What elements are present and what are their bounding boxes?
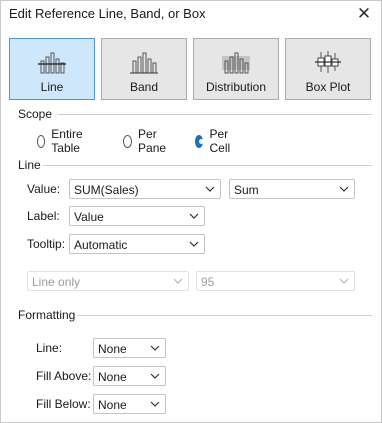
- scope-entire-table-radio[interactable]: Entire Table: [37, 127, 87, 155]
- radio-indicator: [37, 134, 46, 148]
- tooltip-value-text: Automatic: [74, 238, 128, 252]
- confidence-text: 95: [201, 275, 215, 289]
- line-section-title: Line: [18, 158, 41, 172]
- band-type-button[interactable]: Band: [101, 38, 187, 100]
- distribution-type-label: Distribution: [205, 80, 267, 94]
- line-type-button[interactable]: Line: [9, 38, 95, 100]
- scope-per-cell-radio[interactable]: Per Cell: [195, 127, 235, 155]
- chevron-down-icon: [173, 278, 183, 284]
- edit-reference-line-dialog: Edit Reference Line, Band, or Box ✕ Line: [0, 0, 382, 423]
- box-plot-icon: [315, 51, 341, 73]
- fill-above-text: None: [98, 370, 127, 384]
- reference-band-icon: [130, 52, 158, 74]
- line-format-dropdown[interactable]: None: [93, 338, 166, 358]
- scope-per-pane-radio[interactable]: Per Pane: [123, 127, 170, 155]
- box-plot-type-label: Box Plot: [305, 80, 351, 94]
- fill-above-dropdown[interactable]: None: [93, 366, 166, 386]
- scope-section-title: Scope: [18, 107, 53, 121]
- fill-below-label: Fill Below:: [36, 397, 91, 411]
- chevron-down-icon: [150, 345, 160, 351]
- confidence-dropdown: 95: [196, 271, 355, 291]
- fill-above-label: Fill Above:: [36, 369, 92, 383]
- tooltip-label: Tooltip:: [27, 237, 66, 251]
- line-type-label: Line: [40, 80, 64, 94]
- formatting-line-label: Line:: [36, 341, 63, 355]
- label-dropdown[interactable]: Value: [69, 206, 205, 226]
- chevron-down-icon: [339, 186, 349, 192]
- fill-below-text: None: [98, 398, 127, 412]
- value-field-text: SUM(Sales): [74, 183, 139, 197]
- value-label: Value:: [27, 182, 61, 196]
- chevron-down-icon: [189, 213, 199, 219]
- label-value-text: Value: [74, 210, 104, 224]
- interval-mode-dropdown: Line only: [27, 271, 189, 291]
- aggregation-text: Sum: [234, 183, 259, 197]
- scope-divider: [58, 114, 372, 115]
- band-type-label: Band: [129, 80, 159, 94]
- interval-mode-text: Line only: [32, 275, 81, 289]
- distribution-type-button[interactable]: Distribution: [193, 38, 279, 100]
- box-plot-type-button[interactable]: Box Plot: [285, 38, 371, 100]
- scope-per-cell-label: Per Cell: [209, 127, 231, 155]
- radio-indicator: [123, 134, 133, 148]
- chevron-down-icon: [339, 278, 349, 284]
- chevron-down-icon: [189, 241, 199, 247]
- title-bar: Edit Reference Line, Band, or Box ✕: [1, 1, 381, 27]
- distribution-icon: [222, 52, 250, 74]
- scope-entire-table-label: Entire Table: [51, 127, 83, 155]
- aggregation-dropdown[interactable]: Sum: [229, 179, 355, 199]
- tooltip-dropdown[interactable]: Automatic: [69, 234, 205, 254]
- chevron-down-icon: [150, 373, 160, 379]
- line-divider: [43, 165, 372, 166]
- close-icon[interactable]: ✕: [353, 3, 375, 25]
- label-label: Label:: [27, 209, 60, 223]
- fill-below-dropdown[interactable]: None: [93, 394, 166, 414]
- scope-per-pane-label: Per Pane: [138, 127, 167, 155]
- dialog-title: Edit Reference Line, Band, or Box: [9, 6, 206, 21]
- line-format-text: None: [98, 342, 127, 356]
- value-field-dropdown[interactable]: SUM(Sales): [69, 179, 221, 199]
- reference-type-selector: Line Band Distribution Box Plot: [9, 38, 375, 100]
- formatting-section-title: Formatting: [18, 308, 76, 322]
- formatting-divider: [77, 315, 372, 316]
- radio-indicator-selected: [195, 134, 205, 148]
- reference-line-icon: [38, 52, 66, 74]
- chevron-down-icon: [205, 186, 215, 192]
- chevron-down-icon: [150, 401, 160, 407]
